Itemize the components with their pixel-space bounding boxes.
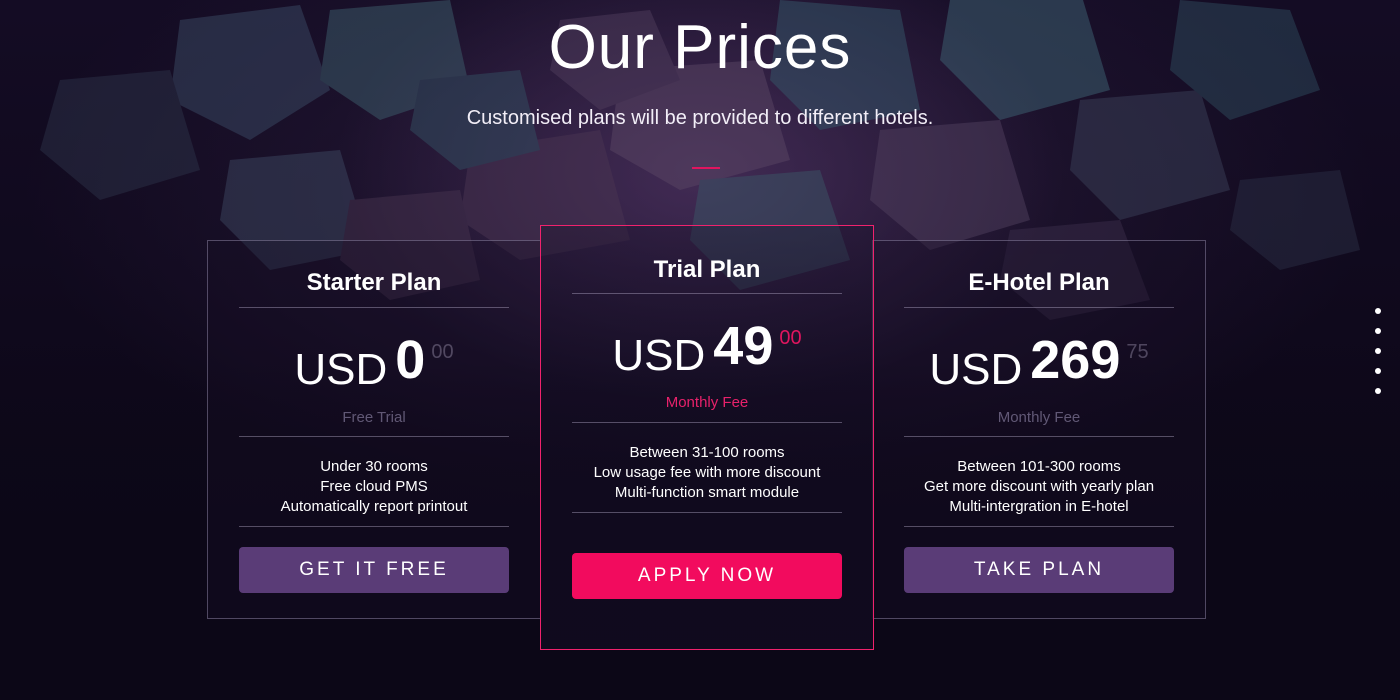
section-title: Our Prices xyxy=(548,13,852,82)
feature-list: Between 31-100 rooms Low usage fee with … xyxy=(541,443,873,503)
price-currency: USD xyxy=(612,331,706,380)
feature-item: Between 101-300 rooms xyxy=(957,458,1121,475)
feature-item: Get more discount with yearly plan xyxy=(923,478,1155,495)
price-cents: 75 xyxy=(1126,341,1149,363)
price: USD 49 00 xyxy=(541,316,873,383)
feature-item: Low usage fee with more discount xyxy=(593,464,821,481)
fee-label: Monthly Fee xyxy=(997,409,1081,426)
pricing-card-starter: Starter Plan USD 0 00 Free Trial Under 30 … xyxy=(207,240,541,619)
page-nav-dot[interactable] xyxy=(1375,328,1381,334)
card-divider xyxy=(239,307,509,308)
plan-name: Trial Plan xyxy=(653,256,761,283)
get-it-free-button[interactable]: GET IT FREE xyxy=(239,547,509,593)
price-amount: 269 xyxy=(1030,330,1121,390)
feature-item: Multi-function smart module xyxy=(614,484,800,501)
plan-name: E-Hotel Plan xyxy=(968,269,1110,296)
price-currency: USD xyxy=(294,345,388,394)
card-divider xyxy=(239,436,509,437)
card-divider xyxy=(572,293,842,294)
page-nav-dot[interactable] xyxy=(1375,348,1381,354)
feature-list: Under 30 rooms Free cloud PMS Automatica… xyxy=(208,457,540,517)
feature-item: Under 30 rooms xyxy=(320,458,428,475)
card-divider xyxy=(904,436,1174,437)
page-nav-dots xyxy=(1375,308,1383,408)
price-currency: USD xyxy=(929,345,1023,394)
feature-item: Between 31-100 rooms xyxy=(629,444,785,461)
price: USD 269 75 xyxy=(873,330,1205,397)
pricing-card-trial: Trial Plan USD 49 00 Monthly Fee Between 3… xyxy=(540,225,874,650)
price-cents: 00 xyxy=(779,327,802,349)
page-nav-dot[interactable] xyxy=(1375,388,1381,394)
fee-label: Monthly Fee xyxy=(665,394,749,411)
card-divider xyxy=(572,512,842,513)
take-plan-button[interactable]: TAKE PLAN xyxy=(904,547,1174,593)
card-divider xyxy=(572,422,842,423)
card-divider xyxy=(904,526,1174,527)
feature-item: Multi-intergration in E-hotel xyxy=(949,498,1129,515)
pricing-card-e-hotel: E-Hotel Plan USD 269 75 Monthly Fee Betwee… xyxy=(872,240,1206,619)
page-nav-dot[interactable] xyxy=(1375,368,1381,374)
title-divider xyxy=(692,167,720,169)
price-cents: 00 xyxy=(431,341,454,363)
price-amount: 49 xyxy=(713,316,774,376)
price: USD 0 00 xyxy=(208,330,540,397)
price-amount: 0 xyxy=(395,330,426,390)
feature-item: Automatically report printout xyxy=(280,498,468,515)
card-divider xyxy=(904,307,1174,308)
plan-name: Starter Plan xyxy=(306,269,442,296)
apply-now-button[interactable]: APPLY NOW xyxy=(572,553,842,599)
feature-list: Between 101-300 rooms Get more discount … xyxy=(873,457,1205,517)
page-nav-dot[interactable] xyxy=(1375,308,1381,314)
section-subtitle: Customised plans will be provided to dif… xyxy=(466,107,934,129)
card-divider xyxy=(239,526,509,527)
feature-item: Free cloud PMS xyxy=(320,478,428,495)
fee-label: Free Trial xyxy=(342,409,406,426)
